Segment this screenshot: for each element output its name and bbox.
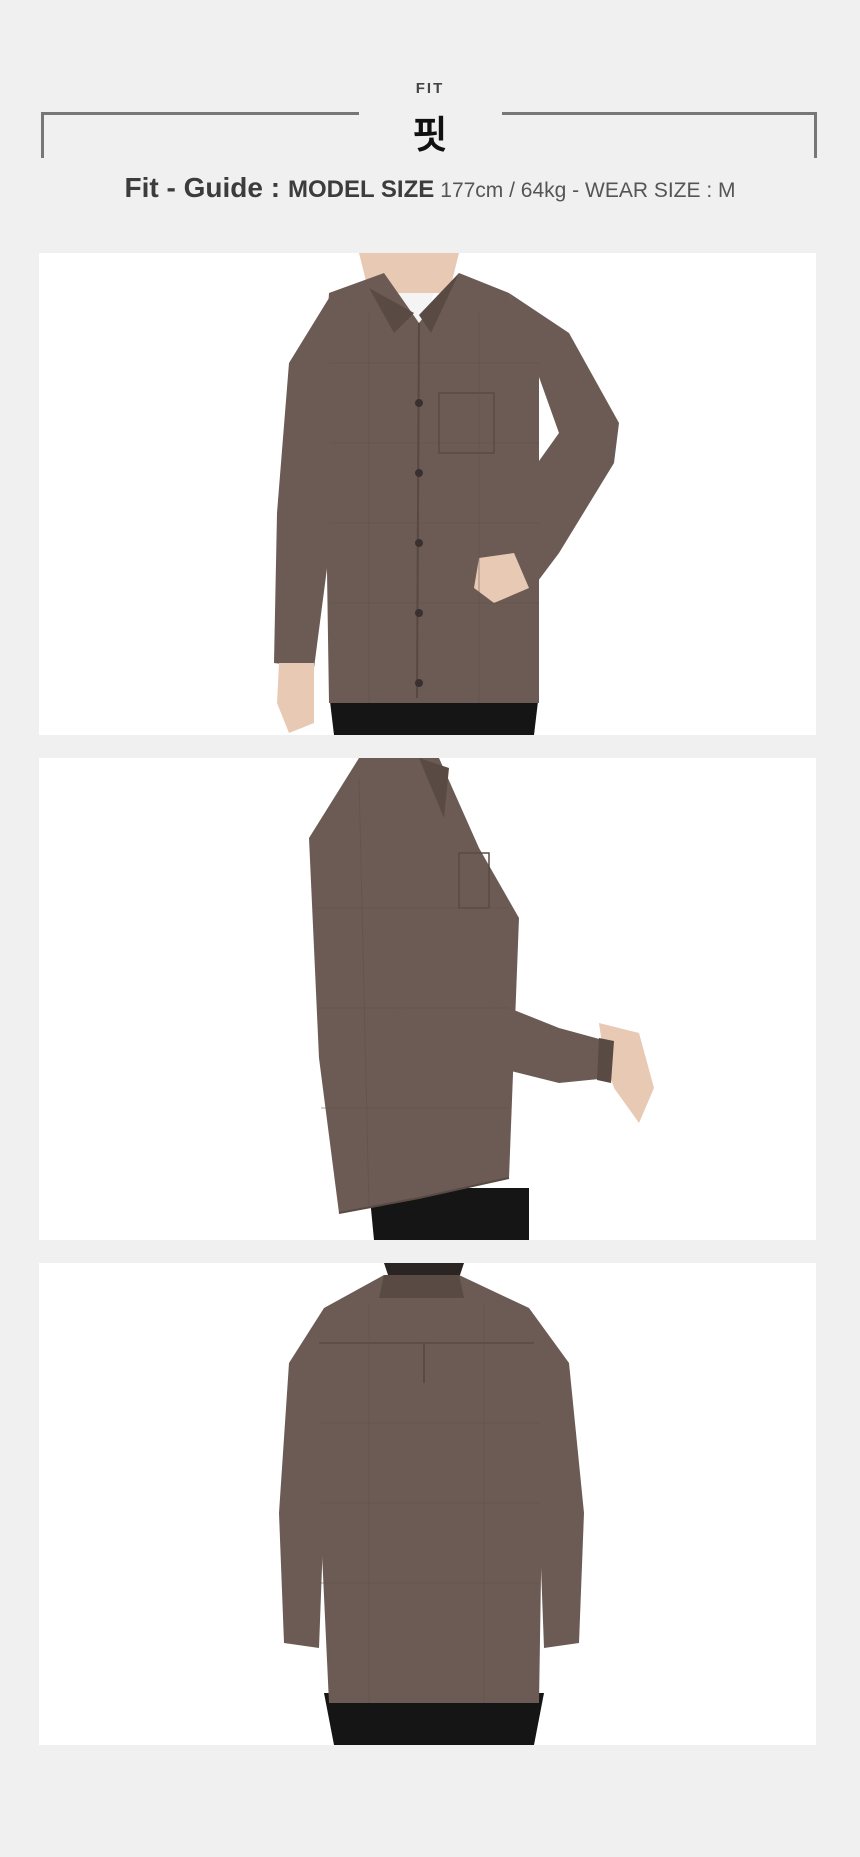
bracket-left-tick: [41, 112, 44, 158]
fit-guide-line: Fit - Guide : MODEL SIZE 177cm / 64kg - WE…: [0, 172, 860, 204]
shirt-back-illustration: [39, 1263, 816, 1745]
shirt-front-illustration: [39, 253, 816, 735]
section-eyebrow: FIT: [415, 80, 445, 97]
bracket-right-line: [502, 112, 817, 115]
model-size-value: 177cm / 64kg - WEAR SIZE : M: [440, 179, 736, 202]
model-photo-side: [39, 758, 816, 1240]
bracket-left-line: [41, 112, 359, 115]
model-photo-front: [39, 253, 816, 735]
fit-guide-header: FIT 핏 Fit - Guide : MODEL SIZE 177cm / 64k…: [0, 0, 860, 230]
bracket-right-tick: [814, 112, 817, 158]
fit-guide-label: Fit - Guide :: [124, 172, 281, 203]
model-size-label: MODEL SIZE: [288, 176, 435, 203]
shirt-side-illustration: [39, 758, 816, 1240]
model-photo-back: [39, 1263, 816, 1745]
